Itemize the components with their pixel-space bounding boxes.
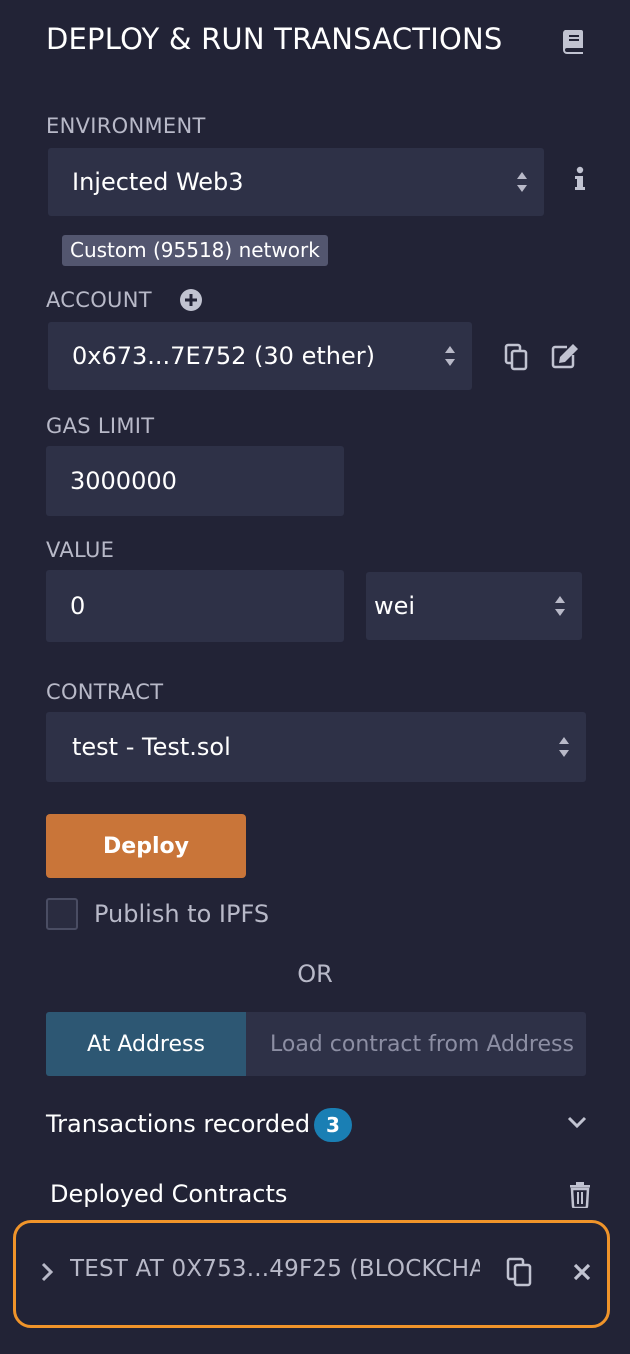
chevron-down-icon[interactable] <box>567 1116 587 1130</box>
environment-label: ENVIRONMENT <box>46 114 206 138</box>
account-selected: 0x673...7E752 (30 ether) <box>72 342 375 370</box>
transactions-recorded-label[interactable]: Transactions recorded <box>46 1110 310 1138</box>
value-unit-selected: wei <box>374 592 416 620</box>
transactions-count-badge: 3 <box>314 1108 352 1142</box>
copy-address-icon[interactable] <box>506 1257 532 1287</box>
select-arrows-icon <box>517 172 527 192</box>
select-arrows-icon <box>555 596 565 616</box>
deployed-contracts-label: Deployed Contracts <box>50 1180 288 1208</box>
copy-icon[interactable] <box>504 343 528 371</box>
at-address-button[interactable]: At Address <box>46 1012 246 1076</box>
gas-limit-label: GAS LIMIT <box>46 414 155 438</box>
edit-icon[interactable] <box>551 343 579 369</box>
panel-title: DEPLOY & RUN TRANSACTIONS <box>46 22 503 56</box>
publish-ipfs-checkbox[interactable] <box>46 898 78 930</box>
environment-select[interactable]: Injected Web3 <box>48 148 544 216</box>
book-icon[interactable] <box>562 28 586 54</box>
account-select[interactable]: 0x673...7E752 (30 ether) <box>48 322 472 390</box>
gas-limit-input[interactable]: 3000000 <box>46 446 344 516</box>
deployed-contract-label[interactable]: TEST AT 0X753...49F25 (BLOCKCHAIN) <box>70 1256 480 1282</box>
gas-limit-value: 3000000 <box>70 467 177 495</box>
add-account-icon[interactable] <box>179 288 203 312</box>
environment-selected: Injected Web3 <box>72 168 244 196</box>
select-arrows-icon <box>559 737 569 757</box>
account-label: ACCOUNT <box>46 288 152 312</box>
close-icon[interactable] <box>573 1263 591 1281</box>
chevron-right-icon[interactable] <box>40 1262 54 1282</box>
value-input[interactable]: 0 <box>46 570 344 642</box>
value-unit-select[interactable]: wei <box>366 572 582 640</box>
publish-ipfs-label: Publish to IPFS <box>94 900 270 928</box>
info-icon[interactable] <box>572 166 588 194</box>
select-arrows-icon <box>445 346 455 366</box>
contract-select[interactable]: test - Test.sol <box>46 712 586 782</box>
network-badge: Custom (95518) network <box>62 235 328 266</box>
contract-selected: test - Test.sol <box>72 733 231 761</box>
contract-label: CONTRACT <box>46 680 164 704</box>
contract-address-input[interactable] <box>246 1012 586 1076</box>
trash-icon[interactable] <box>569 1182 591 1208</box>
or-divider: OR <box>297 960 333 988</box>
value-amount: 0 <box>70 592 86 620</box>
value-label: VALUE <box>46 538 115 562</box>
deploy-button[interactable]: Deploy <box>46 814 246 878</box>
